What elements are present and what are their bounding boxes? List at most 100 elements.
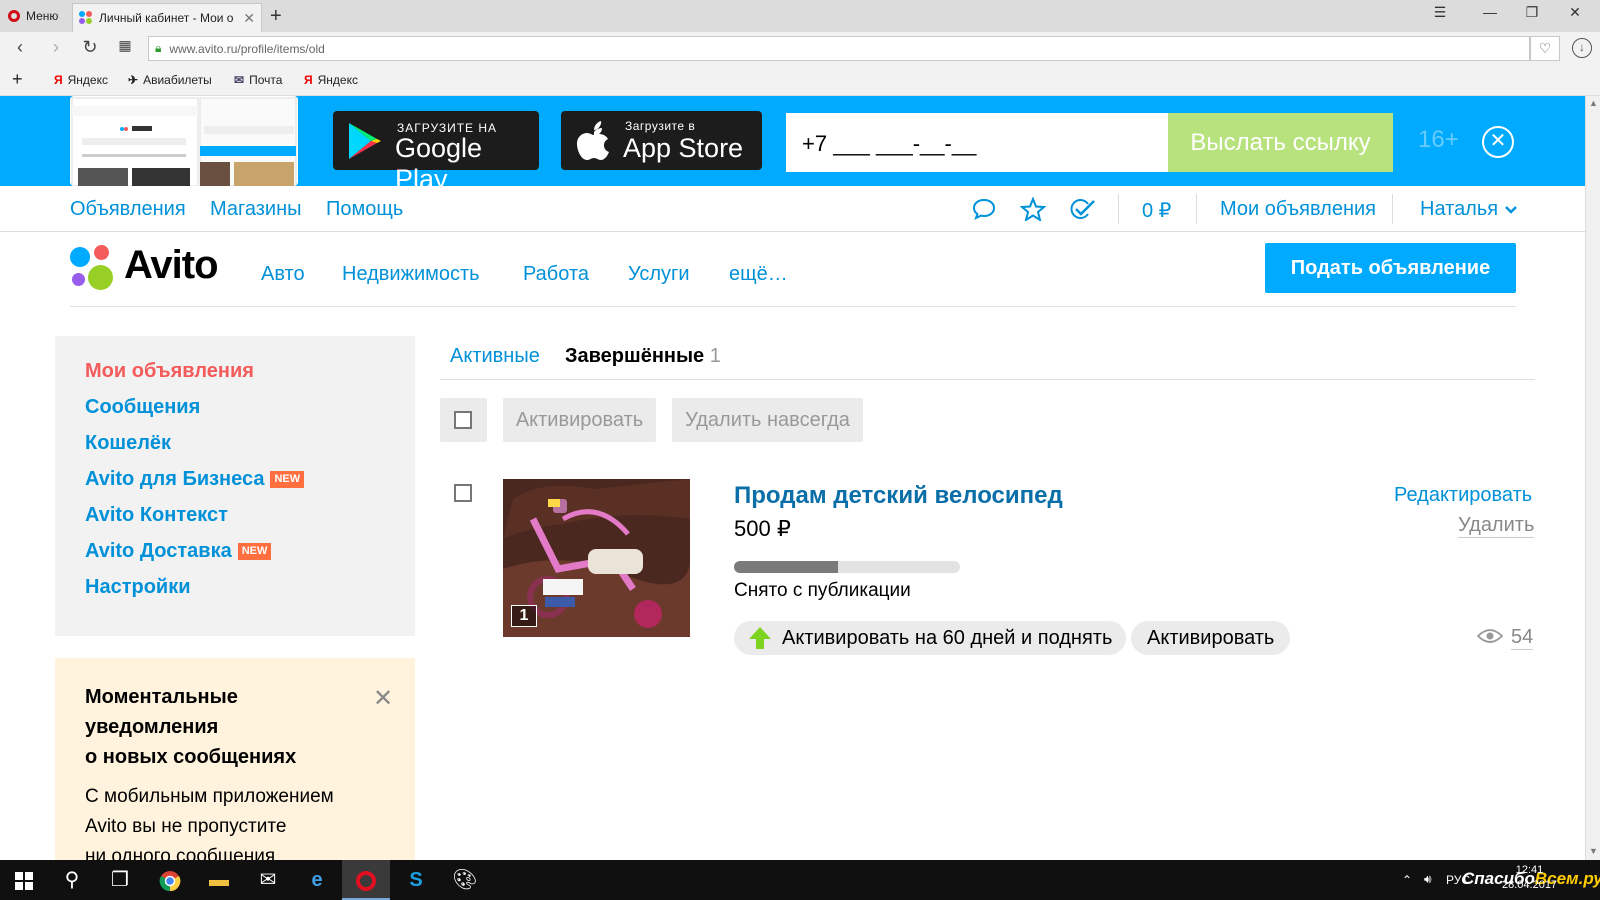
bookmark-label: Авиабилеты	[143, 73, 212, 87]
scroll-down-icon[interactable]: ▼	[1589, 846, 1598, 856]
bookmark-pochta[interactable]: ✉ Почта	[234, 73, 282, 87]
opera-icon	[8, 10, 20, 22]
forward-icon[interactable]: ›	[44, 37, 68, 58]
task-view-icon[interactable]: ❐	[96, 860, 144, 900]
item-checkbox[interactable]	[454, 484, 472, 502]
avito-logo[interactable]: Avito	[70, 243, 230, 293]
app-store-button[interactable]: Загрузите в App Store	[561, 111, 762, 170]
opera-menu-button[interactable]: Меню	[0, 0, 70, 32]
edge-icon[interactable]: e	[293, 860, 341, 900]
reload-icon[interactable]: ↻	[78, 37, 102, 58]
my-ads-link[interactable]: Мои объявления	[1220, 198, 1376, 221]
category-services[interactable]: Услуги	[628, 263, 690, 286]
sidebar-item-settings[interactable]: Настройки	[85, 576, 191, 599]
chrome-icon[interactable]	[146, 860, 194, 900]
tab-active-ads[interactable]: Активные	[450, 345, 540, 368]
tab-close-icon[interactable]: ✕	[243, 10, 255, 27]
windows-start-icon[interactable]	[0, 860, 48, 900]
nav-ads-link[interactable]: Объявления	[70, 198, 186, 221]
sidebar-item-my-ads[interactable]: Мои объявления	[85, 360, 254, 383]
google-play-button[interactable]: ЗАГРУЗИТЕ НА Google Play	[333, 111, 539, 194]
sidebar-item-delivery[interactable]: Avito Доставка NEW	[85, 540, 272, 563]
tray-arrow-icon[interactable]: ⌃	[1402, 873, 1412, 887]
item-title-link[interactable]: Продам детский велосипед	[734, 482, 1063, 510]
download-icon[interactable]: ↓	[1572, 38, 1592, 58]
new-badge: NEW	[237, 543, 272, 560]
phone-input[interactable]: +7 ___ ___-__-__	[786, 113, 1168, 172]
bookmarks-bar: + Я Яндекс ✈ Авиабилеты ✉ Почта Я Яндекс	[0, 64, 1600, 96]
logo-dot-blue	[70, 247, 90, 267]
activate-and-raise-button[interactable]: Активировать на 60 дней и поднять	[734, 621, 1127, 655]
bookmark-heart-icon[interactable]: ♡	[1530, 36, 1560, 61]
sidebar-item-messages[interactable]: Сообщения	[85, 396, 200, 419]
sidebar-item-label: Avito Доставка	[85, 540, 232, 562]
views-count: 54	[1511, 626, 1534, 650]
tab-completed-ads[interactable]: Завершённые 1	[565, 345, 721, 368]
url-field[interactable]: 🔒︎ www.avito.ru/profile/items/old	[148, 36, 1530, 61]
speed-dial-icon[interactable]: ▦	[113, 37, 137, 54]
bookmark-yandex[interactable]: Я Яндекс	[54, 73, 108, 87]
notification-promo: Моментальные уведомления о новых сообщен…	[55, 658, 415, 860]
nav-help-link[interactable]: Помощь	[326, 198, 403, 221]
delete-item-link[interactable]: Удалить	[1458, 514, 1535, 538]
notification-promo-title: Моментальные уведомления о новых сообщен…	[85, 686, 297, 768]
messages-icon[interactable]	[972, 198, 996, 220]
select-all-checkbox[interactable]	[454, 411, 472, 429]
category-jobs[interactable]: Работа	[523, 263, 589, 286]
opera-menu-label: Меню	[26, 9, 59, 23]
balance-link[interactable]: 0 ₽	[1142, 198, 1171, 223]
favorites-star-icon[interactable]	[1020, 197, 1046, 221]
compare-check-icon[interactable]	[1068, 198, 1096, 220]
volume-icon[interactable]: 🔊︎	[1424, 872, 1432, 887]
browser-tab[interactable]: Личный кабинет - Мои о ✕	[72, 3, 262, 32]
paint-icon[interactable]: 🎨︎	[441, 860, 489, 900]
activate-button[interactable]: Активировать	[1131, 621, 1291, 655]
back-icon[interactable]: ‹	[8, 37, 32, 58]
tabs-divider	[440, 379, 1535, 380]
scroll-up-icon[interactable]: ▲	[1589, 98, 1598, 108]
category-auto[interactable]: Авто	[261, 263, 305, 286]
mail-app-icon[interactable]: ✉	[244, 860, 292, 900]
restore-icon[interactable]: ❐	[1512, 4, 1552, 21]
lock-icon: 🔒︎	[155, 41, 162, 55]
user-menu[interactable]: Наталья	[1420, 198, 1518, 221]
category-more[interactable]: ещё…	[729, 263, 788, 286]
header-divider	[70, 306, 1516, 307]
post-ad-button[interactable]: Подать объявление	[1265, 243, 1516, 293]
file-explorer-icon[interactable]: ▬	[195, 860, 243, 900]
sidebar-item-wallet[interactable]: Кошелёк	[85, 432, 171, 455]
banner-close-icon[interactable]: ✕	[1482, 126, 1514, 158]
tab-menu-icon[interactable]: ☰	[1420, 4, 1460, 21]
category-realty[interactable]: Недвижимость	[342, 263, 480, 286]
app-screenshot-image	[70, 96, 298, 186]
sidebar-item-context[interactable]: Avito Контекст	[85, 504, 228, 527]
age-rating: 16+	[1418, 126, 1459, 153]
clock[interactable]: 12:41 28.04.2017	[1502, 863, 1557, 893]
minimize-icon[interactable]: —	[1470, 4, 1510, 20]
bulk-activate-button[interactable]: Активировать	[503, 398, 656, 442]
close-icon[interactable]: ✕	[373, 684, 393, 713]
window-close-icon[interactable]: ✕	[1555, 4, 1595, 21]
page-scrollbar[interactable]: ▲ ▼	[1585, 96, 1600, 860]
bulk-delete-button[interactable]: Удалить навсегда	[672, 398, 863, 442]
bookmark-yandex-2[interactable]: Я Яндекс	[304, 73, 358, 87]
item-photo[interactable]: 1	[503, 479, 690, 637]
send-link-button[interactable]: Выслать ссылку	[1168, 113, 1393, 172]
search-icon[interactable]: ⚲	[48, 860, 96, 900]
edit-item-link[interactable]: Редактировать	[1394, 484, 1532, 507]
top-nav: Объявления Магазины Помощь 0 ₽ Мои объяв…	[0, 186, 1585, 232]
nav-separator	[1392, 194, 1393, 224]
item-status: Снято с публикации	[734, 580, 911, 601]
sidebar-item-business[interactable]: Avito для Бизнеса NEW	[85, 468, 305, 491]
clock-time: 12:41	[1515, 864, 1544, 876]
skype-icon[interactable]: S	[392, 860, 440, 900]
yandex-icon: Я	[54, 73, 63, 87]
add-bookmark-icon[interactable]: +	[12, 69, 23, 90]
avito-favicon-icon	[79, 11, 93, 25]
opera-taskbar-icon[interactable]	[342, 860, 390, 900]
bookmark-aviabilety[interactable]: ✈ Авиабилеты	[128, 73, 212, 87]
nav-separator	[1118, 194, 1119, 224]
nav-shops-link[interactable]: Магазины	[210, 198, 302, 221]
new-tab-icon[interactable]: +	[270, 5, 282, 28]
select-all-checkbox-wrap	[440, 398, 487, 442]
